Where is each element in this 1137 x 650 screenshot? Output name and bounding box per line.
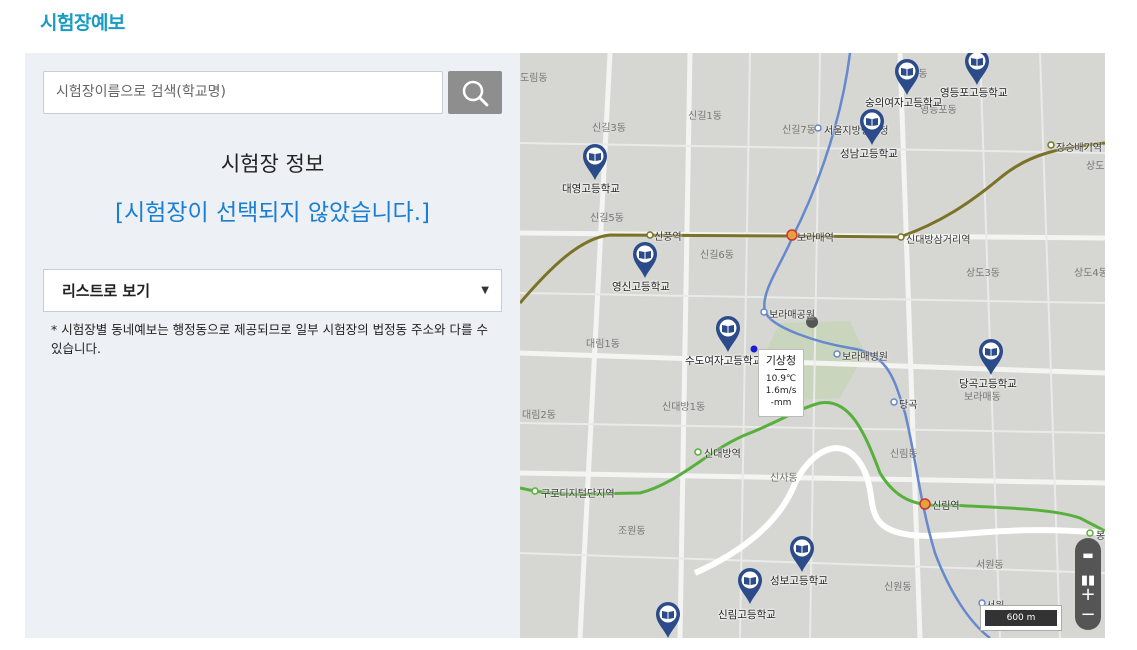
zoom-out-button[interactable]: − (1075, 602, 1101, 628)
station-label: 당곡 (899, 400, 918, 411)
station-label: 장승배기역 (1056, 143, 1102, 154)
weather-temp: 10.9℃ (765, 374, 797, 384)
scale-bar: 600 m (980, 605, 1062, 631)
dong-label: 상도3동 (966, 268, 1000, 279)
school-label: 신림고등학교 (718, 609, 776, 621)
search-input[interactable] (43, 71, 443, 114)
dong-label: 신사동 (770, 473, 798, 484)
book-pin-icon[interactable] (893, 58, 921, 96)
weather-title: 기상청 (765, 354, 797, 367)
station-label: 구로디지털단지역 (541, 489, 615, 500)
station-label: 보라매역 (797, 233, 834, 244)
book-pin-icon[interactable] (581, 143, 609, 181)
search-icon (462, 80, 489, 106)
school-label: 성보고등학교 (770, 575, 828, 587)
book-pin-icon[interactable] (963, 53, 991, 86)
dong-label: 조원동 (618, 526, 646, 537)
notice-text: * 시험장별 동네예보는 행정동으로 제공되므로 일부 시험장의 법정동 주소와… (51, 322, 488, 356)
station-label: 보라매병원 (842, 352, 888, 363)
weather-rain: -mm (770, 398, 792, 408)
dong-label: 신원동 (884, 582, 912, 593)
station-label: 신대방삼거리역 (906, 235, 971, 246)
map-view[interactable]: 도림동 신길3동 신길1동 신길7동 신길5동 신길6동 대림1동 대림2동 상… (520, 53, 1105, 638)
dong-label: 대림1동 (586, 339, 620, 350)
book-pin-icon[interactable] (977, 338, 1005, 376)
school-label: 영등포고등학교 (940, 87, 1008, 99)
dong-label: 도림동 (520, 73, 548, 84)
page-title: 시험장예보 (40, 12, 125, 34)
dong-label: 신길5동 (590, 213, 624, 224)
chevron-down-icon: ▼ (481, 285, 489, 296)
dong-label: 서원동 (976, 560, 1004, 571)
weather-divider (775, 369, 787, 370)
station-label: 봉 (1096, 531, 1105, 542)
school-label: 대영고등학교 (562, 183, 620, 195)
scale-label: 600 m (985, 610, 1057, 626)
dong-label: 신길7동 (782, 125, 816, 136)
dong-label: 신대방1동 (662, 402, 706, 413)
book-pin-icon[interactable] (714, 315, 742, 353)
weather-wind: 1.6m/s (765, 386, 797, 396)
book-pin-icon[interactable] (858, 108, 886, 146)
book-pin-icon[interactable] (654, 601, 682, 638)
map-zoom-control: ▬ ▮▮ + − (1075, 538, 1101, 630)
school-label: 수도여자고등학교 (685, 355, 763, 367)
dong-label: 대림2동 (522, 410, 556, 421)
book-pin-icon[interactable] (788, 535, 816, 573)
station-label: 보라매공원 (769, 310, 815, 321)
dong-label: 신길6동 (700, 250, 734, 261)
school-label: 당곡고등학교 (959, 378, 1017, 390)
list-view-select[interactable]: 리스트로 보기 ▼ (43, 269, 502, 312)
dong-label: 신길1동 (688, 111, 722, 122)
station-label: 신대방역 (704, 449, 741, 460)
dong-label: 상도5동 (1086, 161, 1105, 172)
dong-label: 신길3동 (592, 123, 626, 134)
info-heading: 시험장 정보 (220, 152, 325, 176)
dong-label: 상도4동 (1074, 268, 1105, 279)
list-view-label: 리스트로 보기 (62, 282, 151, 300)
weather-popup: 기상청 10.9℃ 1.6m/s -mm (758, 349, 804, 417)
book-pin-icon[interactable] (631, 241, 659, 279)
dong-label: 신림동 (890, 449, 918, 460)
info-status: [시험장이 선택되지 않았습니다.] (115, 200, 430, 226)
ruler-icon[interactable]: ▬ (1075, 542, 1101, 568)
search-button[interactable] (448, 71, 502, 114)
search-panel: 시험장 정보 [시험장이 선택되지 않았습니다.] 리스트로 보기 ▼ * 시험… (25, 53, 520, 638)
station-label: 신림역 (932, 501, 960, 512)
book-pin-icon[interactable] (736, 567, 764, 605)
school-label: 영신고등학교 (612, 281, 670, 293)
school-label: 성남고등학교 (840, 148, 898, 160)
